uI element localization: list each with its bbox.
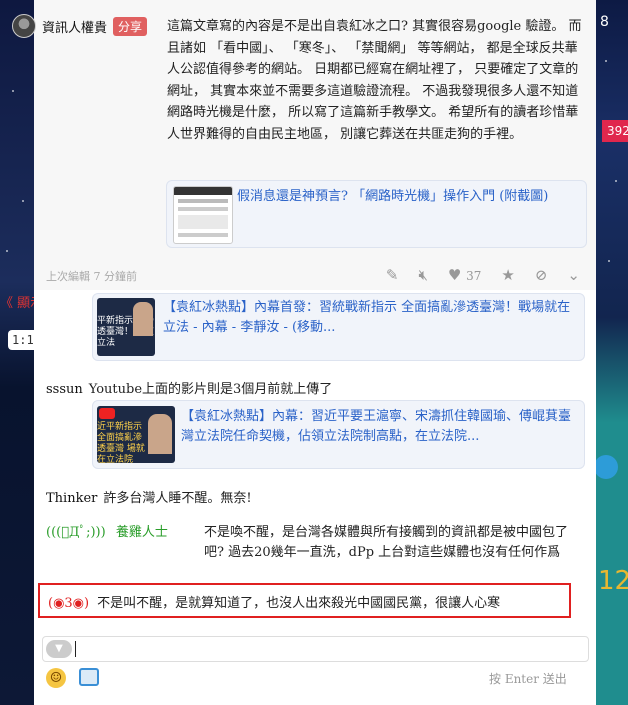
edited-time: 上次編輯 7 分鐘前: [46, 270, 137, 283]
comment-text: Youtube上面的影片則是3個月前就上傳了: [88, 382, 333, 397]
share-badge: 分享: [113, 16, 148, 36]
link-title[interactable]: 假消息還是神預言? 「網路時光機」操作入門 (附截圖): [237, 187, 582, 207]
comment-author[interactable]: (((ﾟДﾟ;))): [46, 525, 106, 540]
side-red-badge[interactable]: 392: [602, 120, 628, 142]
comment: Thinker 許多台灣人睡不醒。無奈!: [46, 489, 576, 509]
post-body: 這篇文章寫的內容是不是出自袁紅冰之口? 其實很容易google 驗證。 而且諸如…: [167, 19, 582, 142]
link-thumbnail: [173, 186, 233, 244]
comment-author[interactable]: sssun: [46, 382, 83, 397]
comment: sssun Youtube上面的影片則是3個月前就上傳了: [46, 380, 576, 400]
side-count: 8: [600, 14, 609, 30]
comment-author-alias[interactable]: 養雞人士: [116, 525, 168, 540]
comment-text: 許多台灣人睡不醒。無奈!: [103, 491, 252, 506]
comment-author[interactable]: (◉3◉): [48, 596, 89, 611]
comment-link-card[interactable]: 平新指示 亂滲透臺灣！ 就在立法 【袁紅冰熱點】內幕首發：習統戰新指示 全面搞亂…: [92, 293, 585, 361]
comment-text: 不是叫不醒，是就算知道了，也沒人出來殺光中國國民黨，很讓人心寒: [97, 596, 501, 611]
chevron-down-icon[interactable]: ▼: [46, 640, 72, 658]
edit-icon[interactable]: ✎: [386, 266, 399, 284]
comment-link-title[interactable]: 【袁紅冰熱點】內幕：習近平要王滬寧、宋濤抓住韓國瑜、傅崐萁臺灣立法院任命契機，佔…: [181, 407, 576, 447]
video-thumbnail: 近平新指示 全面搞亂滲透臺灣 場就在立法院: [97, 406, 175, 463]
video-thumbnail: 平新指示 亂滲透臺灣！ 就在立法: [97, 298, 155, 356]
chevron-down-icon[interactable]: ⌄: [567, 266, 580, 284]
emoji-icon[interactable]: ☺: [46, 668, 66, 688]
text-caret: [75, 641, 76, 657]
background-right: [596, 0, 628, 705]
comment-text: 不是喚不醒，是台灣各媒體與所有接觸到的資訊都是被中國包了吧? 過去20幾年一直洗…: [204, 525, 569, 560]
like-icon[interactable]: ♥ 37: [448, 266, 482, 284]
comment-link-card[interactable]: 近平新指示 全面搞亂滲透臺灣 場就在立法院 【袁紅冰熱點】內幕：習近平要王滬寧、…: [92, 400, 585, 469]
post-header: 資訊人權貴 分享: [12, 14, 148, 38]
link-card[interactable]: 假消息還是神預言? 「網路時光機」操作入門 (附截圖): [166, 180, 587, 248]
side-circle-icon[interactable]: [594, 455, 618, 479]
comment-highlighted: (◉3◉) 不是叫不醒，是就算知道了，也沒人出來殺光中國國民黨，很讓人心寒: [48, 594, 568, 614]
image-upload-icon[interactable]: [79, 668, 99, 686]
avatar[interactable]: [12, 14, 36, 38]
mute-icon[interactable]: 🔇︎: [418, 266, 427, 284]
like-count: 37: [466, 269, 482, 283]
side-big-number: 12: [598, 566, 628, 596]
background-left: [0, 0, 34, 705]
star-icon[interactable]: ★: [501, 266, 514, 284]
send-hint: 按 Enter 送出: [489, 672, 567, 686]
comment-link-title[interactable]: 【袁紅冰熱點】內幕首發：習統戰新指示 全面搞亂滲透臺灣！戰場就在立法 - 內幕 …: [163, 298, 578, 338]
block-icon[interactable]: ⊘: [535, 266, 548, 284]
comment-author[interactable]: Thinker: [46, 491, 97, 506]
post-author[interactable]: 資訊人權貴: [42, 17, 107, 36]
post-footer: 上次編輯 7 分鐘前 ✎ 🔇︎ ♥ 37 ★ ⊘ ⌄: [46, 266, 586, 286]
comment-author-block: (((ﾟДﾟ;))) 養雞人士: [46, 523, 196, 543]
comment-input[interactable]: ▼: [42, 636, 589, 662]
youtube-icon: [99, 408, 115, 419]
